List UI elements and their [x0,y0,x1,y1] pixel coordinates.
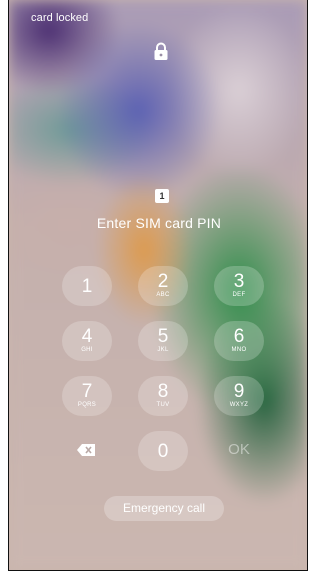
key-5[interactable]: 5 JKL [138,321,188,361]
key-digit: 5 [157,326,169,347]
key-9[interactable]: 9 WXYZ [214,376,264,416]
key-letters: GHI [81,347,93,353]
key-letters: ABC [156,292,170,298]
key-digit: 9 [233,381,245,402]
lock-icon [154,42,168,60]
key-7[interactable]: 7 PQRS [62,376,112,416]
key-digit: 0 [157,441,169,462]
backspace-icon[interactable] [77,444,95,456]
key-2[interactable]: 2 ABC [138,266,188,306]
key-letters: JKL [157,347,169,353]
key-digit: 3 [233,271,245,292]
key-1[interactable]: 1 [62,266,112,306]
key-digit: 2 [157,271,169,292]
ok-button[interactable]: OK [214,441,264,458]
lock-screen: card locked 1 Enter SIM card PIN 1 2 ABC… [8,0,308,571]
status-text: card locked [31,12,89,24]
key-letters: PQRS [77,402,97,408]
sim-card-icon: 1 [155,189,169,203]
key-0[interactable]: 0 [138,431,188,471]
key-4[interactable]: 4 GHI [62,321,112,361]
pin-prompt: Enter SIM card PIN [96,215,222,231]
key-letters: MNO [231,347,247,353]
key-digit: 7 [81,381,93,402]
key-6[interactable]: 6 MNO [214,321,264,361]
key-8[interactable]: 8 TUV [138,376,188,416]
key-3[interactable]: 3 DEF [214,266,264,306]
key-digit: 6 [233,326,245,347]
key-letters: DEF [232,292,246,298]
key-digit: 1 [81,276,93,297]
key-letters: WXYZ [229,402,249,408]
key-letters: TUV [156,402,170,408]
key-digit: 4 [81,326,93,347]
emergency-call-button[interactable]: Emergency call [104,496,224,521]
key-digit: 8 [157,381,169,402]
